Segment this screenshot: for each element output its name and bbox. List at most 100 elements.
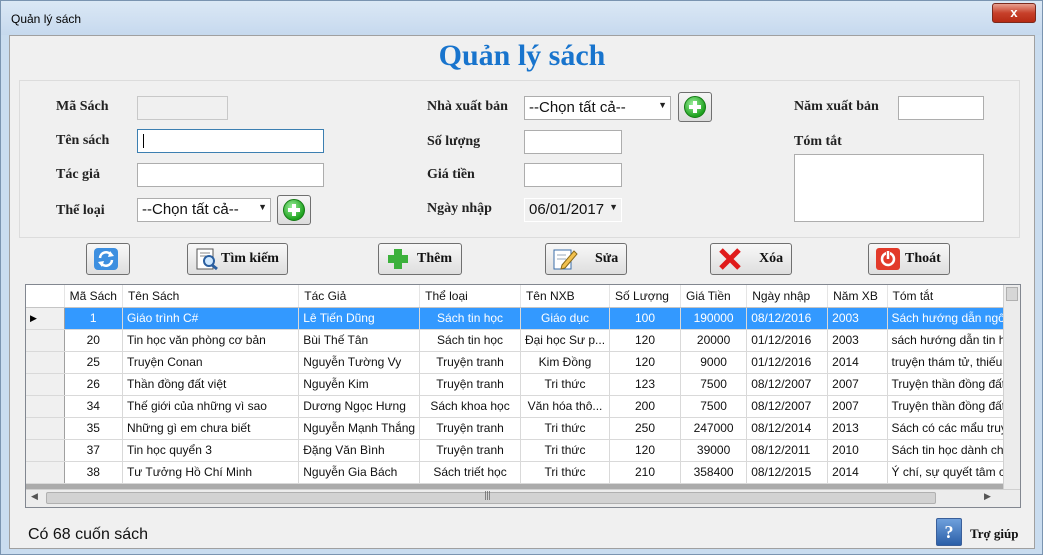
table-row[interactable]: 20 Tin học văn phòng cơ bản Bùi Thế Tân Sác… [26,329,1020,352]
scroll-left-icon[interactable]: ◀ [31,492,38,502]
table-row[interactable]: 26 Thần đồng đất việt Nguyễn Kim Truyện tra… [26,373,1020,396]
table-cell[interactable]: Nguyễn Gia Bách [298,461,421,484]
table-cell[interactable]: Tri thức [520,439,611,462]
table-cell[interactable]: 2007 [827,373,888,396]
ngay-nhap-picker[interactable]: 06/01/2017 ▼ [524,198,622,222]
table-cell[interactable]: Truyện tranh [419,439,521,462]
add-button[interactable]: Thêm [378,243,462,275]
table-cell[interactable]: Sách tin học [419,307,521,330]
col-header[interactable]: Tên Sách [122,285,300,308]
table-cell[interactable]: Nguyễn Kim [298,373,421,396]
table-cell[interactable]: 35 [64,417,123,440]
the-loai-select[interactable]: --Chọn tất cả-- ▼ [137,198,271,222]
table-cell[interactable]: Thần đồng đất việt [122,373,300,396]
table-cell[interactable]: Tin học văn phòng cơ bản [122,329,300,352]
edit-button[interactable]: Sửa [545,243,627,275]
table-cell[interactable]: 120 [609,329,681,352]
col-header[interactable]: Tóm tắt [887,285,1020,308]
table-cell[interactable]: 358400 [680,461,748,484]
table-cell[interactable]: 200 [609,395,681,418]
col-header[interactable]: Năm XB [827,285,888,308]
table-cell[interactable]: 01/12/2016 [746,329,829,352]
books-grid[interactable]: Mã Sách Tên Sách Tác Giả Thể loại Tên NX… [25,284,1021,508]
table-cell[interactable]: Bùi Thế Tân [298,329,421,352]
row-header-cell[interactable] [26,439,65,462]
table-cell[interactable]: Đặng Văn Bình [298,439,421,462]
table-cell[interactable]: 2007 [827,395,888,418]
table-cell[interactable]: 08/12/2015 [746,461,829,484]
table-cell[interactable]: 190000 [680,307,748,330]
row-header-cell[interactable] [26,461,65,484]
table-cell[interactable]: Truyện tranh [419,373,521,396]
table-cell[interactable]: 120 [609,439,681,462]
table-row[interactable]: 38 Tư Tưởng Hồ Chí Minh Nguyễn Gia Bách Sác… [26,461,1020,484]
row-header-cell[interactable] [26,329,65,352]
nam-xb-field[interactable] [898,96,984,120]
table-cell[interactable]: 08/12/2007 [746,395,829,418]
help-label[interactable]: Trợ giúp [970,526,1019,542]
scroll-thumb[interactable] [1006,287,1018,301]
horizontal-scrollbar[interactable]: ◀ ||| ▶ [26,489,1020,507]
table-cell[interactable]: Giáo trình C# [122,307,300,330]
table-cell[interactable]: Sách có các mẩu truyệ [887,417,1020,440]
table-cell[interactable]: 37 [64,439,123,462]
table-cell[interactable]: Sách tin học dành cho [887,439,1020,462]
help-button[interactable]: ? [936,518,962,546]
search-button[interactable]: Tìm kiếm [187,243,288,275]
table-cell[interactable]: 123 [609,373,681,396]
col-header[interactable]: Thể loại [419,285,521,308]
table-cell[interactable]: 20 [64,329,123,352]
table-cell[interactable]: 2014 [827,461,888,484]
table-cell[interactable]: Văn hóa thô... [520,395,611,418]
table-cell[interactable]: Nguyễn Tường Vy [298,351,421,374]
table-cell[interactable]: Sách triết học [419,461,521,484]
col-header[interactable]: Số Lượng [609,285,681,308]
nxb-select[interactable]: --Chọn tất cả-- ▼ [524,96,671,120]
table-cell[interactable]: 2014 [827,351,888,374]
table-cell[interactable]: 2013 [827,417,888,440]
row-header-cell[interactable]: ▶ [26,307,65,330]
row-header-cell[interactable] [26,417,65,440]
scroll-right-icon[interactable]: ▶ [984,492,991,502]
table-cell[interactable]: 2003 [827,329,888,352]
table-cell[interactable]: 25 [64,351,123,374]
table-cell[interactable]: 08/12/2007 [746,373,829,396]
table-row[interactable]: ▶ 1 Giáo trình C# Lê Tiến Dũng Sách tin học G… [26,307,1020,330]
tom-tat-textarea[interactable] [794,154,984,222]
table-cell[interactable]: Tri thức [520,461,611,484]
table-cell[interactable]: Thế giới của những vì sao [122,395,300,418]
table-cell[interactable]: Truyện Conan [122,351,300,374]
table-cell[interactable]: truyện thám tử, thiếu ni [887,351,1020,374]
gia-tien-field[interactable] [524,163,622,187]
exit-button[interactable]: Thoát [868,243,950,275]
scroll-thumb[interactable] [46,492,936,504]
table-cell[interactable]: 210 [609,461,681,484]
table-row[interactable]: 37 Tin học quyển 3 Đặng Văn Bình Truyện tra… [26,439,1020,462]
table-cell[interactable]: 2003 [827,307,888,330]
table-cell[interactable]: Sách hướng dẫn ngôn [887,307,1020,330]
table-cell[interactable]: 08/12/2016 [746,307,829,330]
table-cell[interactable]: Tri thức [520,373,611,396]
table-cell[interactable]: Tri thức [520,417,611,440]
table-cell[interactable]: 08/12/2014 [746,417,829,440]
col-header[interactable]: Tác Giả [298,285,421,308]
table-cell[interactable]: sách hướng dẫn tin họ [887,329,1020,352]
table-cell[interactable]: Truyện tranh [419,417,521,440]
table-cell[interactable]: Dương Ngọc Hưng [298,395,421,418]
table-row[interactable]: 25 Truyện Conan Nguyễn Tường Vy Truyện tran… [26,351,1020,374]
table-cell[interactable]: Sách khoa học [419,395,521,418]
col-header[interactable]: Ngày nhập [746,285,829,308]
row-header-cell[interactable] [26,373,65,396]
table-cell[interactable]: 34 [64,395,123,418]
table-cell[interactable]: Lê Tiến Dũng [298,307,421,330]
ten-sach-field[interactable] [137,129,324,153]
table-cell[interactable]: Truyện thần đồng đất [887,373,1020,396]
table-cell[interactable]: 7500 [680,395,748,418]
close-button[interactable]: x [992,3,1036,23]
col-header[interactable]: Mã Sách [64,285,123,308]
table-cell[interactable]: Kim Đồng [520,351,611,374]
table-cell[interactable]: Truyện tranh [419,351,521,374]
table-cell[interactable]: 120 [609,351,681,374]
table-cell[interactable]: Ý chí, sự quyết tâm củ [887,461,1020,484]
table-cell[interactable]: 38 [64,461,123,484]
